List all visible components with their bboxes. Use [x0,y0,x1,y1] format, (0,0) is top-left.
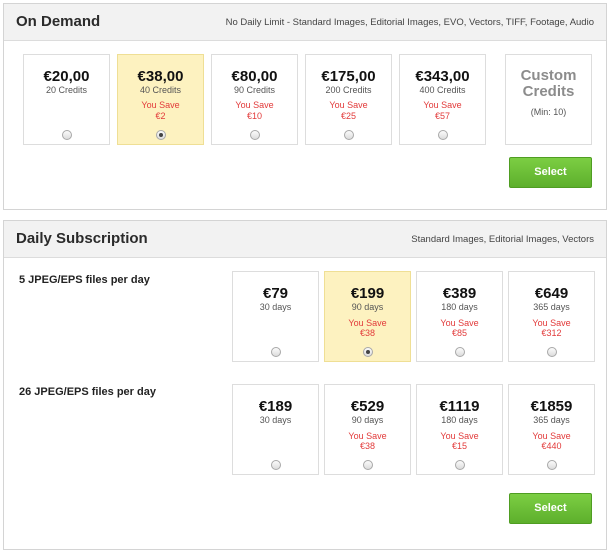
plan-save-label: You Save [329,100,368,110]
plan-save-amount: €38 [359,328,376,338]
credit-plan-card[interactable]: €20,00 20 Credits [23,54,110,145]
plan-save-amount: €2 [155,111,166,121]
subscription-plan-card[interactable]: €199 90 days You Save €38 [324,271,411,362]
row-label-5-files: 5 JPEG/EPS files per day [19,274,150,286]
plan-radio[interactable] [362,460,373,470]
plan-days: 30 days [259,302,292,312]
plan-price: €649 [534,285,569,302]
plan-save-amount: €15 [451,441,468,451]
on-demand-header: On Demand No Daily Limit - Standard Imag… [4,4,606,41]
plan-price: €175,00 [321,68,376,85]
plan-radio[interactable] [546,460,557,470]
plan-price: €1859 [530,398,573,415]
plan-credits: 90 Credits [233,85,276,95]
row-label-26-files: 26 JPEG/EPS files per day [19,386,156,398]
plan-radio[interactable] [270,460,281,470]
plan-price: €343,00 [415,68,470,85]
plan-save-amount: €38 [359,441,376,451]
custom-credits-card[interactable]: Custom Credits (Min: 10) [505,54,592,145]
plan-radio[interactable] [343,130,354,140]
plan-radio[interactable] [249,130,260,140]
plan-credits: 200 Credits [325,85,372,95]
plan-days: 30 days [259,415,292,425]
plan-save-label: You Save [423,100,462,110]
plan-price: €20,00 [43,68,90,85]
custom-credits-min: (Min: 10) [530,107,567,117]
daily-subscription-note: Standard Images, Editorial Images, Vecto… [411,234,594,245]
custom-credits-line1: Custom [520,67,577,84]
plan-price: €79 [262,285,289,302]
plan-save-label: You Save [141,100,180,110]
plan-price: €189 [258,398,293,415]
on-demand-select-button[interactable]: Select [509,157,592,188]
plan-radio[interactable] [155,130,166,140]
plan-credits: 20 Credits [45,85,88,95]
plan-days: 365 days [533,302,570,312]
credit-plan-card[interactable]: €38,00 40 Credits You Save €2 [117,54,204,145]
plan-save-amount: €85 [451,328,468,338]
on-demand-title: On Demand [16,13,101,30]
subscription-plan-card[interactable]: €529 90 days You Save €38 [324,384,411,475]
plan-save-amount: €10 [246,111,263,121]
plan-days: 180 days [441,415,478,425]
plan-save-label: You Save [235,100,274,110]
plan-days: 90 days [351,302,384,312]
credit-plan-card[interactable]: €343,00 400 Credits You Save €57 [399,54,486,145]
plan-save-amount: €25 [340,111,357,121]
plan-days: 90 days [351,415,384,425]
plan-radio[interactable] [362,347,373,357]
subscription-plan-card[interactable]: €649 365 days You Save €312 [508,271,595,362]
custom-credits-title: Custom Credits [506,68,591,100]
plan-price: €1119 [439,398,480,415]
plan-price: €199 [350,285,385,302]
subscription-plan-card[interactable]: €79 30 days [232,271,319,362]
plan-radio[interactable] [270,347,281,357]
plan-price: €529 [350,398,385,415]
subscription-plan-card[interactable]: €189 30 days [232,384,319,475]
plan-days: 180 days [441,302,478,312]
credit-plan-card[interactable]: €175,00 200 Credits You Save €25 [305,54,392,145]
on-demand-panel: On Demand No Daily Limit - Standard Imag… [3,3,607,210]
plan-save-amount: €440 [541,441,562,451]
subscription-plan-card[interactable]: €1859 365 days You Save €440 [508,384,595,475]
daily-subscription-select-button[interactable]: Select [509,493,592,524]
custom-credits-line2: Credits [522,83,575,100]
subscription-plan-card[interactable]: €1119 180 days You Save €15 [416,384,503,475]
plan-save-amount: €312 [541,328,562,338]
subscription-plan-card[interactable]: €389 180 days You Save €85 [416,271,503,362]
plan-radio[interactable] [546,347,557,357]
plan-days: 365 days [533,415,570,425]
on-demand-note: No Daily Limit - Standard Images, Editor… [225,17,594,28]
plan-radio[interactable] [454,460,465,470]
plan-price: €389 [442,285,477,302]
plan-radio[interactable] [437,130,448,140]
daily-subscription-header: Daily Subscription Standard Images, Edit… [4,221,606,258]
plan-credits: 400 Credits [419,85,466,95]
daily-subscription-panel: Daily Subscription Standard Images, Edit… [3,220,607,550]
plan-price: €80,00 [231,68,278,85]
daily-subscription-title: Daily Subscription [16,230,148,247]
credit-plan-card[interactable]: €80,00 90 Credits You Save €10 [211,54,298,145]
plan-radio[interactable] [454,347,465,357]
plan-save-amount: €57 [434,111,451,121]
plan-radio[interactable] [61,130,72,140]
plan-credits: 40 Credits [139,85,182,95]
plan-price: €38,00 [137,68,184,85]
